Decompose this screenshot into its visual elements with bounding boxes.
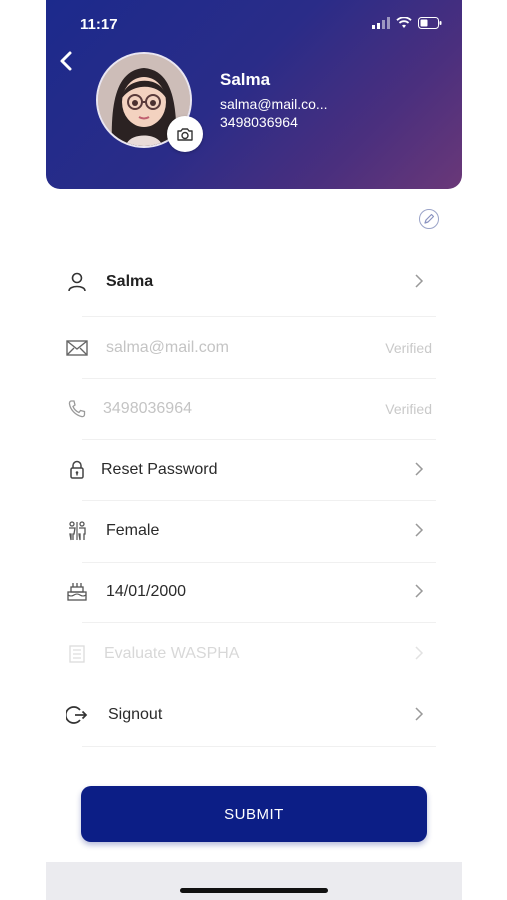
divider — [82, 746, 436, 747]
profile-screen: 11:17 Salma salma@mail.co... 3498036964 … — [46, 0, 462, 900]
profile-row-gender[interactable]: Female — [64, 511, 442, 551]
row-label: salma@mail.com — [106, 339, 229, 356]
chevron-right-icon — [415, 584, 424, 598]
lock-icon — [64, 457, 90, 483]
divider — [82, 439, 436, 440]
divider — [82, 500, 436, 501]
document-icon — [64, 641, 90, 667]
profile-row-birthdate[interactable]: 14/01/2000 — [64, 572, 442, 612]
chevron-right-icon — [415, 274, 424, 288]
profile-header: 11:17 Salma salma@mail.co... 3498036964 — [46, 0, 462, 189]
signal-icon — [372, 17, 390, 29]
camera-icon — [177, 127, 193, 141]
row-label: Reset Password — [101, 461, 218, 478]
change-photo-button[interactable] — [167, 116, 203, 152]
divider — [82, 316, 436, 317]
user-icon — [64, 269, 90, 295]
row-label: Signout — [108, 706, 163, 723]
home-indicator[interactable] — [180, 888, 328, 893]
profile-row-phone: 3498036964 Verified — [64, 389, 442, 429]
chevron-right-icon — [415, 462, 424, 476]
battery-icon — [418, 17, 442, 29]
chevron-right-icon — [415, 707, 424, 721]
wifi-icon — [396, 17, 412, 28]
verified-badge: Verified — [385, 401, 432, 417]
divider — [82, 378, 436, 379]
mail-icon — [64, 335, 90, 361]
row-label: Female — [106, 522, 160, 539]
status-time: 11:17 — [80, 16, 118, 33]
back-arrow-icon[interactable] — [56, 48, 76, 74]
row-label: Evaluate WASPHA — [104, 645, 240, 662]
status-icons — [372, 17, 442, 29]
bottom-bar — [46, 862, 462, 900]
cake-icon — [64, 579, 90, 605]
profile-row-signout[interactable]: Signout — [64, 695, 442, 735]
row-label: 14/01/2000 — [106, 583, 187, 600]
profile-row-reset-password[interactable]: Reset Password — [64, 450, 442, 490]
phone-icon — [64, 396, 90, 422]
gender-icon — [64, 518, 90, 544]
chevron-right-icon — [415, 646, 424, 660]
chevron-right-icon — [415, 523, 424, 537]
header-email: salma@mail.co... — [220, 96, 328, 112]
edit-button[interactable] — [419, 209, 439, 229]
verified-badge: Verified — [385, 340, 432, 356]
signout-icon — [64, 702, 90, 728]
profile-row-name[interactable]: Salma — [64, 262, 442, 302]
divider — [82, 562, 436, 563]
header-name: Salma — [220, 70, 271, 89]
divider — [82, 622, 436, 623]
row-label: 3498036964 — [103, 400, 192, 417]
header-phone: 3498036964 — [220, 114, 298, 130]
profile-row-email: salma@mail.com Verified — [64, 328, 442, 368]
profile-row-evaluate[interactable]: Evaluate WASPHA — [64, 634, 442, 674]
row-label: Salma — [106, 273, 154, 290]
submit-button[interactable]: SUBMIT — [81, 786, 427, 842]
pencil-icon — [424, 213, 435, 224]
